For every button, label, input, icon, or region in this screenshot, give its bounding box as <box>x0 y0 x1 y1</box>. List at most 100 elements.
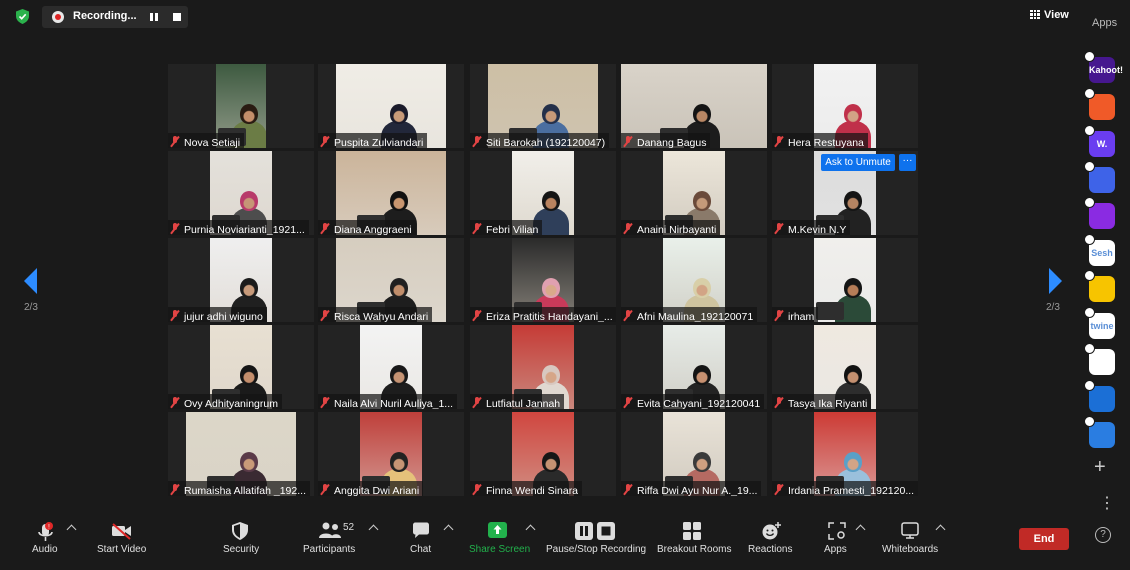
share-screen-button[interactable]: Share Screen <box>467 510 537 562</box>
app-label <box>1089 422 1115 448</box>
help-icon[interactable]: ? <box>1095 527 1111 543</box>
participants-options-chevron-icon[interactable] <box>368 524 379 535</box>
breakout-rooms-button[interactable]: Breakout Rooms <box>655 510 733 562</box>
app-label <box>1089 386 1115 412</box>
stop-recording-icon[interactable] <box>173 13 181 21</box>
participant-tile[interactable]: Anaini Nirbayanti <box>621 151 767 235</box>
security-label: Security <box>223 544 260 555</box>
participant-name-bar: Rumaisha Allatifah _192... <box>168 481 310 496</box>
participant-tile[interactable]: Anggita Dwi Ariani <box>318 412 464 496</box>
pause-stop-recording-label: Pause/Stop Recording <box>546 544 647 555</box>
participant-tile[interactable]: Naila Alvi Nuril Auliya_1... <box>318 325 464 409</box>
app-label <box>1089 349 1115 375</box>
security-shield-icon <box>232 522 248 540</box>
participant-name: Naila Alvi Nuril Auliya_1... <box>334 398 454 409</box>
sync-app-icon[interactable] <box>1084 380 1115 412</box>
participant-name: Risca Wahyu Andari <box>334 311 429 322</box>
microphone-muted-icon <box>171 136 179 147</box>
add-app-icon[interactable]: + <box>1094 457 1106 477</box>
previous-page-arrow-icon[interactable] <box>24 268 37 294</box>
participant-tile[interactable]: Diana Anggraeni <box>318 151 464 235</box>
microphone-muted-icon <box>775 136 783 147</box>
participant-tile[interactable]: irham <box>772 238 918 322</box>
emoji-app-icon[interactable] <box>1084 270 1115 302</box>
wooclap-icon[interactable]: W. <box>1084 125 1115 157</box>
participant-name: Siti Barokah (192120047) <box>486 137 606 148</box>
participant-name-bar: Anggita Dwi Ariani <box>318 481 424 496</box>
meeting-toolbar: ! Audio Start Video Security 52 Particip… <box>0 510 1078 570</box>
participant-tile[interactable]: Puspita Zulviandari <box>318 64 464 148</box>
participant-name-bar: Danang Bagus <box>621 133 711 148</box>
pause-stop-recording-button[interactable]: Pause/Stop Recording <box>544 510 648 562</box>
more-options-button[interactable]: ··· <box>899 154 916 171</box>
app-label <box>1089 167 1115 193</box>
participant-tile[interactable]: Tasya Ika Riyanti <box>772 325 918 409</box>
participant-tile[interactable]: Finna Wendi Sinara <box>470 412 616 496</box>
participant-tile[interactable]: Eriza Pratitis Handayani_... <box>470 238 616 322</box>
participant-tile[interactable]: jujur adhi wiguno <box>168 238 314 322</box>
encryption-shield-icon[interactable] <box>16 9 29 24</box>
view-label: View <box>1044 9 1069 21</box>
whiteboard-icon <box>901 522 919 539</box>
participants-button[interactable]: 52 Participants <box>300 510 384 562</box>
twine-icon[interactable]: twine <box>1084 307 1115 339</box>
pause-recording-icon[interactable] <box>150 13 158 21</box>
reactions-button[interactable]: Reactions <box>745 510 795 562</box>
participant-name: irham <box>788 311 815 322</box>
tiles-app-icon[interactable] <box>1084 343 1115 375</box>
participant-tile[interactable]: Lutfiatul Jannah <box>470 325 616 409</box>
sesh-icon[interactable]: Sesh <box>1084 234 1115 266</box>
participant-name-bar: Anaini Nirbayanti <box>621 220 721 235</box>
app-label: Kahoot! <box>1089 65 1123 75</box>
participant-name: Anaini Nirbayanti <box>637 224 717 235</box>
participant-tile[interactable]: Risca Wahyu Andari <box>318 238 464 322</box>
chat-button[interactable]: Chat <box>405 510 455 562</box>
participant-name-bar: Riffa Dwi Ayu Nur A._19... <box>621 481 762 496</box>
microphone-muted-icon <box>321 136 329 147</box>
microphone-muted-icon <box>321 223 329 234</box>
chat-options-chevron-icon[interactable] <box>443 524 454 535</box>
kahoot-icon[interactable]: Kahoot! <box>1084 51 1123 83</box>
chat-bubble-icon <box>413 522 429 538</box>
security-button[interactable]: Security <box>220 510 264 562</box>
participant-tile[interactable]: Nova Setiaji <box>168 64 314 148</box>
participant-tile[interactable]: Hera Restuyana <box>772 64 918 148</box>
apps-more-icon[interactable]: ⋮ <box>1099 496 1115 512</box>
participant-tile[interactable]: Ovy Adhityaningrum <box>168 325 314 409</box>
participant-tile[interactable]: Afni Maulina_192120071 <box>621 238 767 322</box>
end-meeting-button[interactable]: End <box>1019 528 1069 550</box>
whiteboards-options-chevron-icon[interactable] <box>935 524 946 535</box>
participant-tile[interactable]: Siti Barokah (192120047) <box>470 64 616 148</box>
participant-tile[interactable]: Rumaisha Allatifah _192... <box>168 412 314 496</box>
chat-label: Chat <box>410 544 432 555</box>
audio-options-chevron-icon[interactable] <box>66 524 77 535</box>
participant-tile[interactable]: Evita Cahyani_192120041 <box>621 325 767 409</box>
participant-tile[interactable]: Febri Vilian <box>470 151 616 235</box>
participant-tile[interactable]: Purnia Noviarianti_1921... <box>168 151 314 235</box>
participant-name-bar: Afni Maulina_192120071 <box>621 307 758 322</box>
start-video-button[interactable]: Start Video <box>92 510 154 562</box>
participant-name-bar: Hera Restuyana <box>772 133 868 148</box>
broadcast-app-icon[interactable] <box>1084 197 1115 229</box>
view-button[interactable]: View <box>1030 9 1069 21</box>
ai-app-icon[interactable] <box>1084 161 1115 193</box>
apps-options-chevron-icon[interactable] <box>855 524 866 535</box>
app-orange-icon[interactable] <box>1084 88 1115 120</box>
apps-button[interactable]: Apps <box>818 510 870 562</box>
participants-icon <box>319 522 341 538</box>
ask-to-unmute-button[interactable]: Ask to Unmute <box>821 154 895 171</box>
participant-tile[interactable]: Danang Bagus <box>621 64 767 148</box>
audio-button[interactable]: ! Audio <box>28 510 84 562</box>
participant-name-bar: Diana Anggraeni <box>318 220 416 235</box>
share-options-chevron-icon[interactable] <box>525 524 536 535</box>
next-page-arrow-icon[interactable] <box>1049 268 1062 294</box>
participant-tile[interactable]: Irdania Pramesti_192120... <box>772 412 918 496</box>
e-app-icon[interactable] <box>1084 416 1115 448</box>
participant-tile[interactable]: Riffa Dwi Ayu Nur A._19... <box>621 412 767 496</box>
participant-name-bar: Febri Vilian <box>470 220 543 235</box>
participant-name: Evita Cahyani_192120041 <box>637 398 761 409</box>
whiteboards-label: Whiteboards <box>882 544 939 555</box>
participant-name: Finna Wendi Sinara <box>486 485 579 496</box>
whiteboards-button[interactable]: Whiteboards <box>878 510 948 562</box>
reactions-smiley-icon <box>762 522 781 540</box>
